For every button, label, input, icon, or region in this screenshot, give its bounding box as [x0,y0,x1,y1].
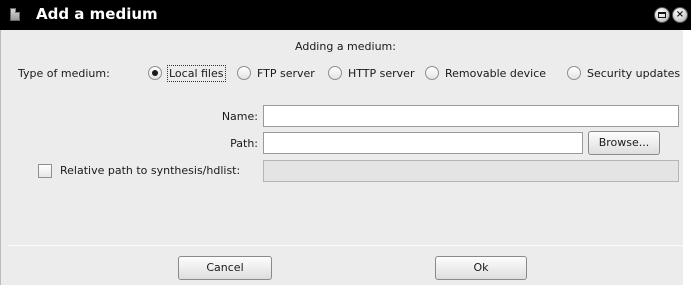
path-label: Path: [230,137,258,150]
radio-label: Local files [167,64,226,82]
add-medium-dialog: Add a medium × Adding a medium: Type of … [0,0,691,291]
name-label: Name: [221,110,258,123]
medium-type-label: Type of medium: [18,67,110,80]
radio-button-checked[interactable] [148,66,162,80]
radio-label: Removable device [445,66,547,80]
window-left-border [0,30,8,291]
name-input[interactable] [263,105,679,127]
radio-ftp-server[interactable]: FTP server [237,60,315,86]
browse-button[interactable]: Browse... [588,131,660,155]
dialog-header: Adding a medium: [295,40,396,53]
title-bar[interactable]: Add a medium × [0,0,691,30]
radio-button[interactable] [425,66,439,80]
ok-button[interactable]: Ok [435,256,527,280]
radio-button[interactable] [237,66,251,80]
radio-label: FTP server [257,66,315,80]
window-bottom-border [0,285,691,291]
radio-http-server[interactable]: HTTP server [328,60,414,86]
radio-security-updates[interactable]: Security updates [567,60,680,86]
relative-path-label: Relative path to synthesis/hdlist: [60,164,241,177]
close-icon[interactable]: × [672,7,688,23]
window-right-border [683,30,691,291]
radio-button[interactable] [567,66,581,80]
radio-button[interactable] [328,66,342,80]
cancel-button[interactable]: Cancel [178,256,272,280]
relative-path-checkbox[interactable] [38,164,52,178]
window-title: Add a medium [36,5,158,23]
relative-path-input [263,160,679,182]
path-input[interactable] [263,132,583,154]
minimize-icon[interactable] [654,7,670,23]
radio-label: Security updates [587,66,681,80]
radio-label: HTTP server [348,66,415,80]
footer-separator [8,245,683,246]
document-icon [10,8,20,21]
radio-local-files[interactable]: Local files [148,60,226,86]
radio-removable-device[interactable]: Removable device [425,60,546,86]
